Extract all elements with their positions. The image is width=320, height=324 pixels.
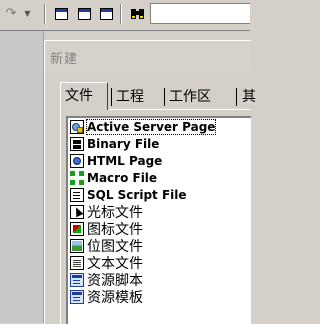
list-item-label: Binary File (87, 136, 160, 151)
list-item-resource-script[interactable]: 资源脚本 (68, 271, 251, 289)
list-item-binary[interactable]: Binary File (68, 135, 251, 152)
tab-divider (236, 88, 237, 106)
asp-file-icon (70, 119, 84, 134)
binary-file-icon (70, 136, 84, 151)
list-item-text[interactable]: 文本文件 (68, 254, 251, 272)
editor-margin (0, 31, 44, 323)
toolbar-separator (120, 4, 122, 24)
tab-other[interactable]: 其 (238, 86, 260, 108)
tab-projects[interactable]: 工程 (112, 86, 148, 108)
toolbar-separator (44, 4, 46, 24)
find-input[interactable] (150, 3, 250, 24)
new-dialog: 新建 文件 工程 工作区 其 Active Server Page Binary… (44, 40, 256, 324)
cursor-file-icon (70, 204, 84, 219)
chevron-down-icon[interactable]: ▼ (22, 5, 33, 22)
binoculars-glyph (131, 8, 144, 19)
list-item-macro[interactable]: Macro File (68, 169, 251, 186)
list-item-label: SQL Script File (87, 187, 187, 202)
resource-template-icon (70, 289, 84, 304)
bitmap-file-icon (70, 238, 84, 253)
resource-script-icon (70, 272, 84, 287)
list-item-asp[interactable]: Active Server Page (68, 118, 251, 135)
list-item-sql[interactable]: SQL Script File (68, 186, 251, 203)
list-item-icon[interactable]: 图标文件 (68, 220, 251, 238)
redo-icon[interactable]: ↷ (0, 5, 22, 22)
file-type-list[interactable]: Active Server Page Binary File HTML Page… (66, 116, 251, 324)
toolbar: ↷ ▼ (0, 0, 250, 31)
list-item-cursor[interactable]: 光标文件 (68, 203, 251, 221)
list-item-bitmap[interactable]: 位图文件 (68, 237, 251, 255)
window-icon[interactable] (98, 5, 115, 22)
html-page-icon (70, 153, 84, 168)
sql-script-icon (70, 187, 84, 202)
icon-file-icon (70, 221, 84, 236)
window-icon[interactable] (53, 5, 70, 22)
list-item-label: HTML Page (87, 153, 163, 168)
list-item-label: Macro File (87, 170, 158, 185)
tab-workspaces[interactable]: 工作区 (165, 86, 215, 108)
dialog-title: 新建 (50, 52, 79, 67)
tab-files[interactable]: 文件 (60, 82, 108, 110)
tab-strip: 文件 工程 工作区 其 (60, 82, 260, 110)
list-item-resource-template[interactable]: 资源模板 (68, 288, 251, 306)
list-item-label: 资源模板 (87, 289, 143, 306)
macro-file-icon (70, 170, 84, 185)
text-file-icon (70, 255, 84, 270)
list-item-label: Active Server Page (85, 118, 217, 135)
list-item-html[interactable]: HTML Page (68, 152, 251, 169)
window-icon[interactable] (76, 5, 93, 22)
binoculars-icon[interactable] (129, 5, 146, 22)
